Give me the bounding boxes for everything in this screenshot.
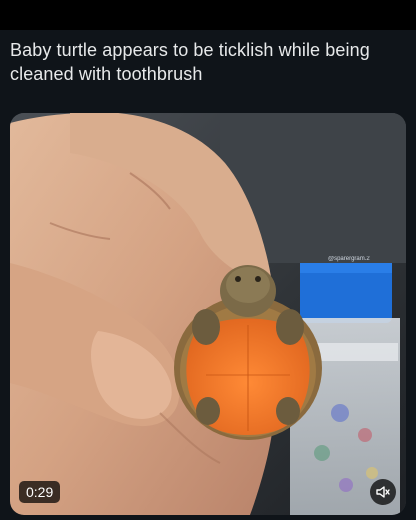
video-frame [10, 113, 406, 515]
video-watermark: @sparergram.2 [328, 256, 370, 262]
post-text: Baby turtle appears to be ticklish while… [10, 40, 370, 84]
mute-button[interactable] [370, 479, 396, 505]
tweet-page: Baby turtle appears to be ticklish while… [0, 0, 416, 520]
top-bar [0, 0, 416, 30]
speaker-muted-icon [376, 486, 390, 498]
video-time-badge: 0:29 [19, 481, 61, 503]
video-player[interactable]: @sparergram.2 0:29 [10, 113, 406, 515]
